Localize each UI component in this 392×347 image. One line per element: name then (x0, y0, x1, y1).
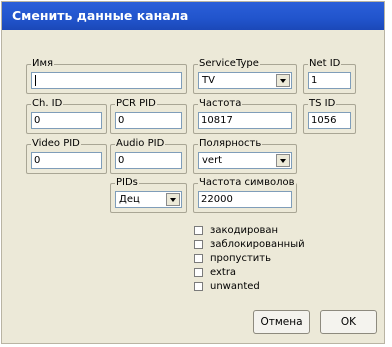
symbol-rate-input[interactable]: 22000 (198, 191, 292, 208)
frequency-group: Частота 10817 (193, 98, 297, 134)
pids-group: PIDs Дец (110, 177, 187, 213)
name-input[interactable] (31, 72, 182, 89)
net-id-input[interactable]: 1 (308, 72, 351, 89)
checkbox-label: unwanted (210, 281, 260, 292)
video-pid-group: Video PID 0 (26, 138, 107, 174)
pids-select[interactable]: Дец (115, 191, 182, 208)
service-type-value: TV (202, 75, 215, 86)
checkbox-box[interactable] (194, 254, 203, 263)
service-type-select[interactable]: TV (198, 72, 292, 89)
video-pid-input[interactable]: 0 (31, 152, 102, 169)
checkbox-label: закодирован (210, 225, 279, 236)
symbol-rate-group: Частота символов 22000 (193, 177, 297, 213)
chevron-down-icon[interactable] (276, 154, 290, 167)
video-pid-label: Video PID (31, 138, 81, 150)
frequency-input[interactable]: 10817 (198, 112, 292, 129)
net-id-group: Net ID 1 (303, 58, 356, 94)
checkbox-box[interactable] (194, 240, 203, 249)
ch-id-group: Ch. ID 0 (26, 98, 107, 134)
checkbox-label: заблокированный (210, 239, 305, 250)
ch-id-label: Ch. ID (31, 98, 64, 110)
ts-id-input[interactable]: 1056 (308, 112, 351, 129)
checkbox-label: extra (210, 267, 237, 278)
text-caret (35, 75, 36, 86)
cancel-button[interactable]: Отмена (253, 310, 310, 334)
chevron-down-icon[interactable] (276, 74, 290, 87)
audio-pid-label: Audio PID (115, 138, 166, 150)
ch-id-input[interactable]: 0 (31, 112, 102, 129)
service-type-group: ServiceType TV (193, 58, 297, 94)
name-label: Имя (31, 58, 55, 70)
polarity-select[interactable]: vert (198, 152, 292, 169)
name-group: Имя (26, 58, 187, 94)
service-type-label: ServiceType (198, 58, 260, 70)
pcr-pid-group: PCR PID 0 (110, 98, 187, 134)
window-title: Сменить данные канала (12, 8, 189, 23)
checkbox-box[interactable] (194, 282, 203, 291)
ts-id-label: TS ID (308, 98, 337, 110)
pids-label: PIDs (115, 177, 139, 189)
polarity-value: vert (202, 155, 223, 166)
ok-button[interactable]: OK (320, 310, 377, 334)
checkbox-label: пропустить (210, 253, 272, 264)
net-id-label: Net ID (308, 58, 342, 70)
symbol-rate-label: Частота символов (198, 177, 296, 189)
pcr-pid-input[interactable]: 0 (115, 112, 182, 129)
dialog-window: Сменить данные канала Имя ServiceType TV… (1, 1, 385, 344)
checkbox-box[interactable] (194, 226, 203, 235)
pcr-pid-label: PCR PID (115, 98, 157, 110)
title-bar[interactable]: Сменить данные канала (2, 2, 384, 30)
audio-pid-group: Audio PID 0 (110, 138, 187, 174)
polarity-group: Полярность vert (193, 138, 297, 174)
pids-value: Дец (119, 194, 140, 205)
checkbox-box[interactable] (194, 268, 203, 277)
ts-id-group: TS ID 1056 (303, 98, 356, 134)
chevron-down-icon[interactable] (166, 193, 180, 206)
frequency-label: Частота (198, 98, 243, 110)
polarity-label: Полярность (198, 138, 263, 150)
audio-pid-input[interactable]: 0 (115, 152, 182, 169)
